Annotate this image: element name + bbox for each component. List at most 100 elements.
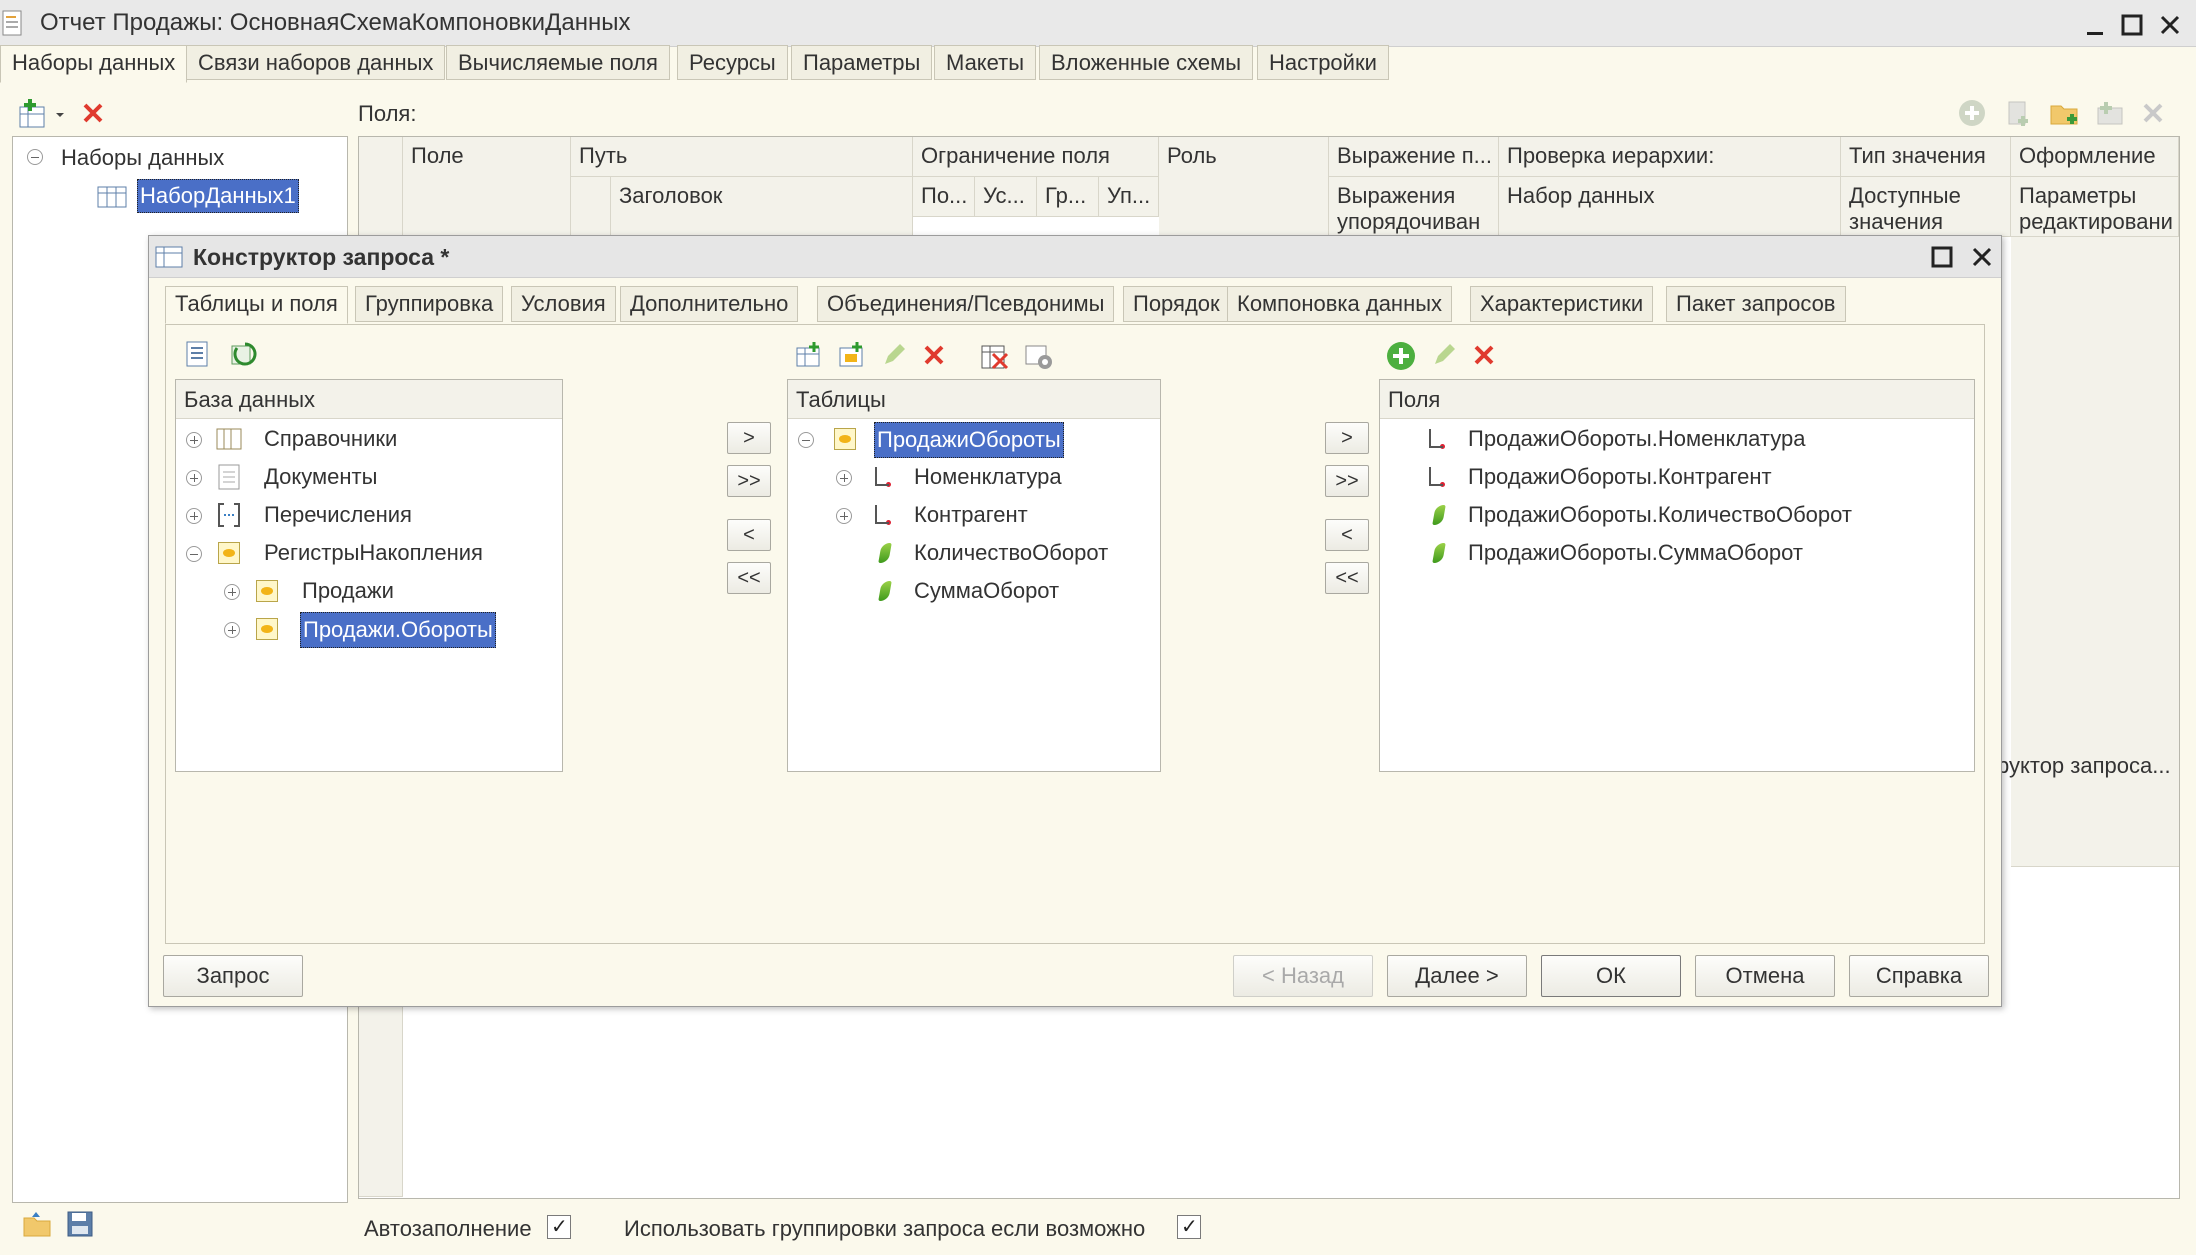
col-restriction-group[interactable]: Гр... <box>1037 177 1099 217</box>
col-value-type[interactable]: Тип значения <box>1841 137 2011 177</box>
add-dataset-icon[interactable] <box>16 97 68 129</box>
move-to-tables-button[interactable]: > <box>727 422 771 454</box>
add-folder-icon[interactable] <box>2048 98 2080 128</box>
use-grouping-checkbox[interactable] <box>1177 1214 1201 1239</box>
tree-root-datasets[interactable]: Наборы данных <box>61 145 224 171</box>
col-hierarchy-dataset[interactable]: Набор данных <box>1499 177 1841 237</box>
close-icon[interactable] <box>2155 10 2185 40</box>
field-nomenclature[interactable]: ПродажиОбороты.Номенклатура <box>1468 423 1805 455</box>
edit-field-icon[interactable] <box>1431 342 1457 368</box>
col-restriction-condition[interactable]: Ус... <box>975 177 1037 217</box>
remove-all-from-fields-button[interactable]: << <box>1325 562 1369 594</box>
dtab-grouping[interactable]: Группировка <box>355 286 504 322</box>
db-item-documents[interactable]: Документы <box>264 461 377 493</box>
save-icon[interactable] <box>66 1210 94 1238</box>
back-button[interactable]: < Назад <box>1233 955 1373 997</box>
field-counterparty[interactable]: ПродажиОбороты.Контрагент <box>1468 461 1772 493</box>
expand-toggle[interactable] <box>224 584 240 600</box>
refresh-icon[interactable] <box>229 340 259 370</box>
col-restriction[interactable]: Ограничение поля <box>913 137 1159 177</box>
dtab-tables-fields[interactable]: Таблицы и поля <box>165 286 348 324</box>
cancel-button[interactable]: Отмена <box>1695 955 1835 997</box>
db-item-sales[interactable]: Продажи <box>302 575 394 607</box>
add-field-icon[interactable] <box>1385 340 1417 372</box>
col-appearance[interactable]: Оформление <box>2011 137 2179 177</box>
remove-from-tables-button[interactable]: < <box>727 519 771 551</box>
collapse-toggle[interactable] <box>27 149 43 165</box>
tables-list[interactable]: Таблицы ПродажиОбороты Номенклатура Конт… <box>787 379 1161 772</box>
table-field-nomenclature[interactable]: Номенклатура <box>914 461 1062 493</box>
col-restriction-order[interactable]: Уп... <box>1099 177 1159 217</box>
collapse-toggle[interactable] <box>798 432 814 448</box>
selected-fields-list[interactable]: Поля ПродажиОбороты.Номенклатура Продажи… <box>1379 379 1975 772</box>
tab-resources[interactable]: Ресурсы <box>677 45 788 80</box>
expand-toggle[interactable] <box>186 432 202 448</box>
ok-button[interactable]: ОК <box>1541 955 1681 997</box>
copy-icon[interactable] <box>2003 98 2033 128</box>
table-field-sum-turnover[interactable]: СуммаОборот <box>914 575 1059 607</box>
tab-datasets[interactable]: Наборы данных <box>0 45 188 83</box>
table-field-counterparty[interactable]: Контрагент <box>914 499 1028 531</box>
remove-from-fields-button[interactable]: < <box>1325 519 1369 551</box>
expand-toggle[interactable] <box>186 508 202 524</box>
expand-toggle[interactable] <box>186 470 202 486</box>
table-settings-icon[interactable] <box>1023 340 1055 372</box>
col-available-values[interactable]: Доступные значения <box>1841 177 2011 237</box>
col-role[interactable]: Роль <box>1159 137 1329 237</box>
delete-disabled-icon[interactable] <box>2140 100 2166 126</box>
remove-all-from-tables-button[interactable]: << <box>727 562 771 594</box>
col-edit-params[interactable]: Параметры редактировани <box>2011 177 2179 237</box>
field-quantity-turnover[interactable]: ПродажиОбороты.КоличествоОборот <box>1468 499 1852 531</box>
col-title[interactable]: Заголовок <box>611 177 913 237</box>
dtab-additional[interactable]: Дополнительно <box>620 286 799 322</box>
dtab-data-composition[interactable]: Компоновка данных <box>1227 286 1453 322</box>
tables-root-sales-turnovers[interactable]: ПродажиОбороты <box>874 422 1064 458</box>
expand-toggle[interactable] <box>836 470 852 486</box>
col-path[interactable]: Путь <box>571 137 913 177</box>
move-all-to-fields-button[interactable]: >> <box>1325 465 1369 497</box>
move-all-to-tables-button[interactable]: >> <box>727 465 771 497</box>
add-circle-icon[interactable] <box>1957 98 1987 128</box>
dtab-unions-aliases[interactable]: Объединения/Псевдонимы <box>817 286 1115 322</box>
expand-toggle[interactable] <box>224 622 240 638</box>
dtab-order[interactable]: Порядок <box>1123 286 1230 322</box>
add-table-icon[interactable] <box>794 340 824 370</box>
dialog-maximize-icon[interactable] <box>1929 244 1955 270</box>
tab-calculated-fields[interactable]: Вычисляемые поля <box>446 45 670 80</box>
db-item-catalogs[interactable]: Справочники <box>264 423 397 455</box>
delete-icon[interactable] <box>921 342 947 368</box>
col-expression[interactable]: Выражение п... <box>1329 137 1499 177</box>
tree-item-dataset1[interactable]: НаборДанных1 <box>137 179 299 213</box>
replace-table-icon[interactable] <box>979 340 1011 372</box>
db-item-accum-registers[interactable]: РегистрыНакопления <box>264 537 483 569</box>
col-restriction-field[interactable]: По... <box>913 177 975 217</box>
dtab-conditions[interactable]: Условия <box>511 286 616 322</box>
autofill-checkbox[interactable] <box>547 1214 571 1239</box>
tab-parameters[interactable]: Параметры <box>791 45 933 80</box>
col-hierarchy-check[interactable]: Проверка иерархии: <box>1499 137 1841 177</box>
query-constructor-link[interactable]: руктор запроса... <box>1997 753 2171 779</box>
col-field[interactable]: Поле <box>403 137 571 237</box>
query-text-icon[interactable] <box>185 340 213 370</box>
add-table-icon[interactable] <box>2094 98 2126 128</box>
help-button[interactable]: Справка <box>1849 955 1989 997</box>
db-item-sales-turnovers[interactable]: Продажи.Обороты <box>300 612 496 648</box>
database-list[interactable]: База данных Справочники Документы Перечи… <box>175 379 563 772</box>
add-nested-table-icon[interactable] <box>837 340 867 370</box>
delete-field-icon[interactable] <box>1471 342 1497 368</box>
table-field-quantity-turnover[interactable]: КоличествоОборот <box>914 537 1108 569</box>
tab-settings[interactable]: Настройки <box>1257 45 1389 80</box>
collapse-toggle[interactable] <box>186 546 202 562</box>
query-button[interactable]: Запрос <box>163 955 303 997</box>
db-item-enums[interactable]: Перечисления <box>264 499 412 531</box>
next-button[interactable]: Далее > <box>1387 955 1527 997</box>
delete-icon[interactable] <box>80 100 106 126</box>
open-folder-icon[interactable] <box>22 1210 52 1238</box>
field-sum-turnover[interactable]: ПродажиОбороты.СуммаОборот <box>1468 537 1803 569</box>
tab-dataset-links[interactable]: Связи наборов данных <box>186 45 446 80</box>
tab-templates[interactable]: Макеты <box>934 45 1037 80</box>
move-to-fields-button[interactable]: > <box>1325 422 1369 454</box>
dtab-characteristics[interactable]: Характеристики <box>1470 286 1654 322</box>
tab-nested-schemes[interactable]: Вложенные схемы <box>1039 45 1254 80</box>
maximize-icon[interactable] <box>2117 10 2147 40</box>
